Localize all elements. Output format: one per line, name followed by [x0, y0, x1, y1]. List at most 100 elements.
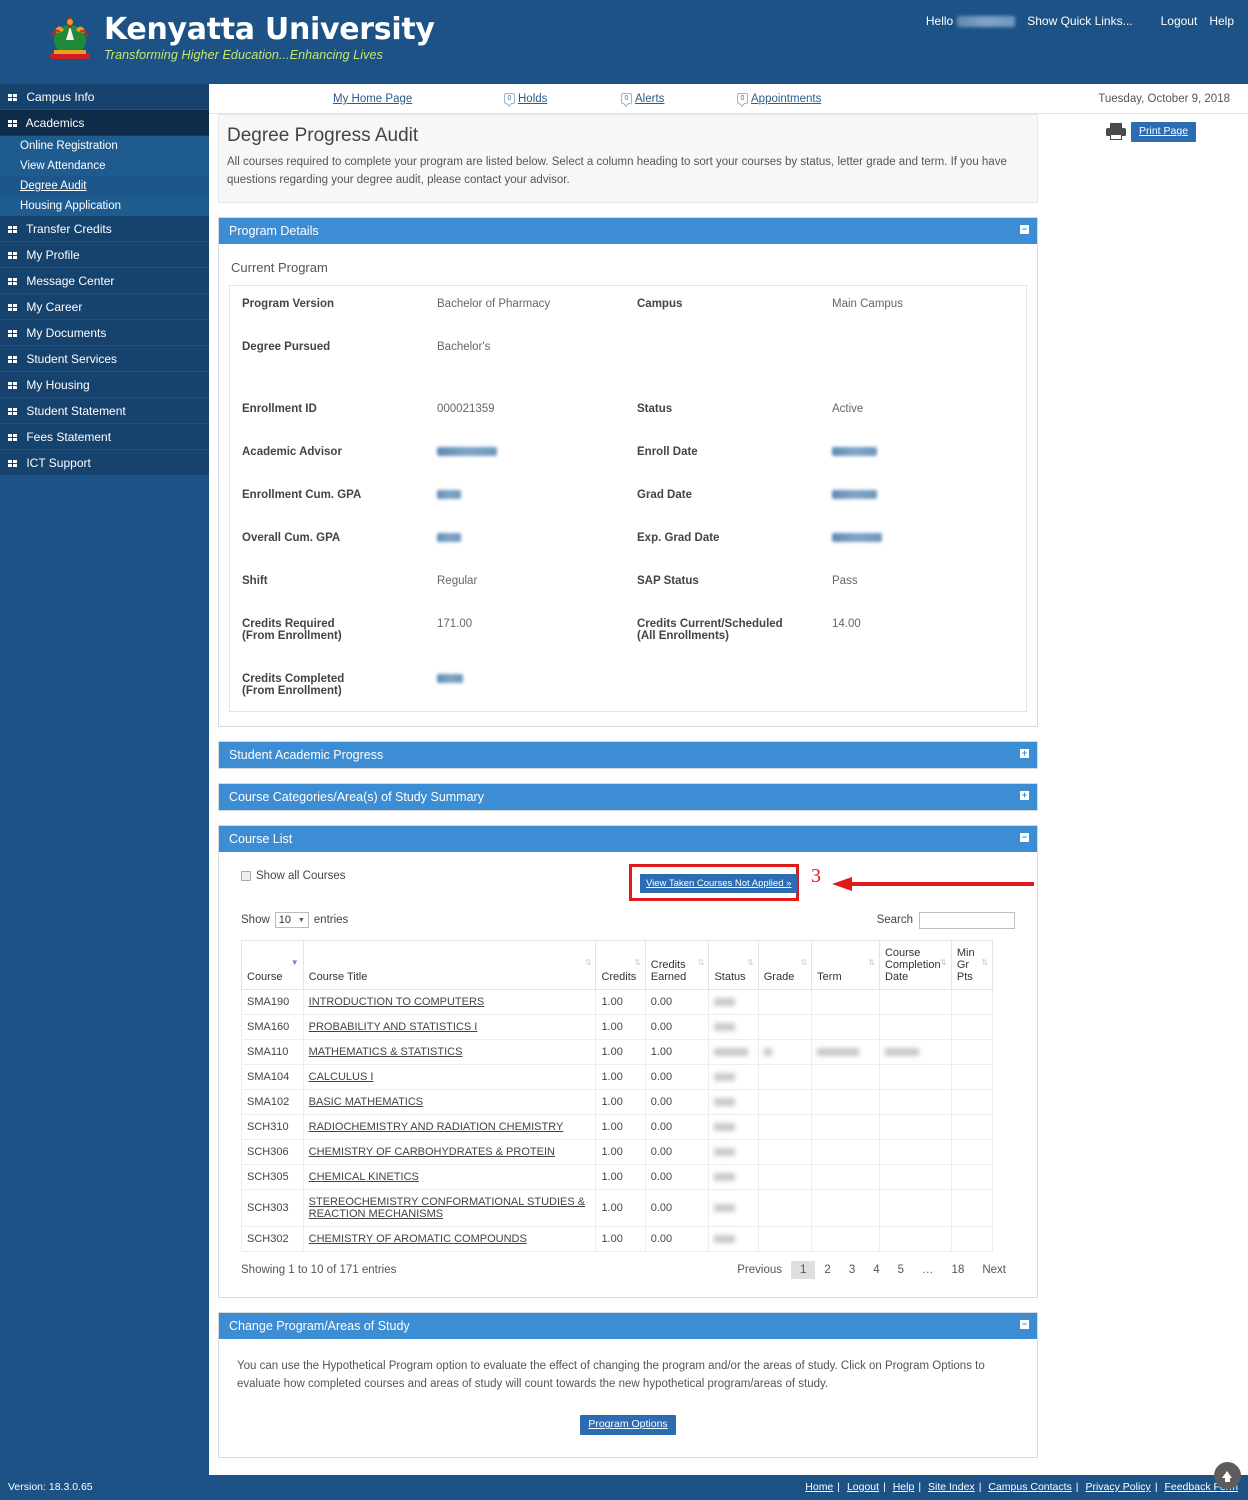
- footer-link-help[interactable]: Help: [893, 1481, 915, 1493]
- show-all-courses-control[interactable]: Show all Courses: [241, 870, 345, 882]
- footer-link-privacy-policy[interactable]: Privacy Policy: [1085, 1481, 1150, 1493]
- course-title-link[interactable]: CHEMISTRY OF CARBOHYDRATES & PROTEIN: [309, 1146, 555, 1158]
- course-title-link[interactable]: BASIC MATHEMATICS: [309, 1096, 424, 1108]
- course-title-link[interactable]: PROBABILITY AND STATISTICS I: [309, 1021, 478, 1033]
- detail-label: Enrollment Cum. GPA: [242, 488, 362, 501]
- course-title-link[interactable]: CHEMISTRY OF AROMATIC COMPOUNDS: [309, 1233, 527, 1245]
- column-header-credits-earned[interactable]: Credits Earned ⇅: [644, 939, 710, 990]
- column-header-course-completion-date[interactable]: Course Completion Date ⇅: [878, 939, 952, 990]
- show-all-courses-checkbox[interactable]: [241, 870, 251, 881]
- pagination-previous[interactable]: Previous: [728, 1261, 791, 1279]
- footer-link-campus-contacts[interactable]: Campus Contacts: [988, 1481, 1071, 1493]
- sidebar-item-campus-info[interactable]: Campus Info: [0, 84, 209, 110]
- footer-link-site-index[interactable]: Site Index: [928, 1481, 975, 1493]
- show-all-courses-label: Show all Courses: [256, 869, 346, 882]
- scroll-to-top-button[interactable]: [1214, 1462, 1241, 1489]
- pagination-page-3[interactable]: 3: [840, 1261, 864, 1279]
- collapse-toggle-icon[interactable]: −: [1020, 1319, 1029, 1329]
- search-input[interactable]: [919, 911, 1015, 929]
- detail-value: Regular: [437, 574, 478, 587]
- sidebar-item-academics[interactable]: Academics: [0, 110, 209, 136]
- course-list-table: Course ▼ Course Title ⇅ Credits ⇅ Credit…: [241, 939, 994, 1252]
- page-size-select[interactable]: 10 ▼: [274, 912, 309, 929]
- column-header-min-gr-pts[interactable]: Min Gr Pts ⇅: [950, 939, 994, 990]
- holds-label: Holds: [518, 93, 548, 105]
- course-list-header[interactable]: Course List −: [219, 825, 1037, 852]
- grid-icon: [8, 304, 17, 312]
- detail-value-redacted: [437, 447, 497, 457]
- quick-links-button[interactable]: Show Quick Links...: [1027, 14, 1132, 28]
- expand-toggle-icon[interactable]: +: [1020, 748, 1029, 758]
- pagination-page-5[interactable]: 5: [889, 1261, 913, 1279]
- program-details-header[interactable]: Program Details −: [219, 217, 1037, 244]
- cell-course-title: MATHEMATICS & STATISTICS: [302, 1038, 597, 1065]
- program-options-button[interactable]: Program Options: [580, 1415, 676, 1436]
- brand-logo[interactable]: Kenyatta University Transforming Higher …: [44, 10, 435, 66]
- footer-link-home[interactable]: Home: [805, 1481, 833, 1493]
- student-academic-progress-header[interactable]: Student Academic Progress +: [219, 741, 1037, 768]
- my-home-page-link[interactable]: My Home Page: [333, 93, 412, 105]
- change-program-header[interactable]: Change Program/Areas of Study −: [219, 1312, 1037, 1339]
- sidebar-item-my-documents[interactable]: My Documents: [0, 320, 209, 346]
- collapse-toggle-icon[interactable]: −: [1020, 224, 1029, 234]
- help-link[interactable]: Help: [1209, 14, 1234, 28]
- cell-course-completion-date: [878, 1088, 952, 1115]
- sidebar-item-student-statement[interactable]: Student Statement: [0, 398, 209, 424]
- column-header-status[interactable]: Status ⇅: [708, 939, 759, 990]
- column-header-credits[interactable]: Credits ⇅: [595, 939, 646, 990]
- view-taken-courses-not-applied-button[interactable]: View Taken Courses Not Applied »: [640, 873, 798, 893]
- column-label: Credits: [601, 970, 637, 983]
- course-title-link[interactable]: INTRODUCTION TO COMPUTERS: [309, 996, 485, 1008]
- pagination-page-2[interactable]: 2: [815, 1261, 839, 1279]
- cell-status: [708, 1225, 759, 1252]
- pagination-page-1[interactable]: 1: [791, 1260, 816, 1279]
- expand-toggle-icon[interactable]: +: [1020, 790, 1029, 800]
- sidebar-item-degree-audit[interactable]: Degree Audit: [0, 176, 209, 196]
- pagination-page-18[interactable]: 18: [943, 1261, 974, 1279]
- pagination-next[interactable]: Next: [973, 1261, 1015, 1279]
- column-header-term[interactable]: Term ⇅: [811, 939, 880, 990]
- pagination-page-4[interactable]: 4: [864, 1261, 888, 1279]
- cell-credits: 1.00: [595, 1113, 646, 1140]
- column-header-course[interactable]: Course ▼: [241, 939, 304, 990]
- course-title-link[interactable]: RADIOCHEMISTRY AND RADIATION CHEMISTRY: [309, 1121, 564, 1133]
- sidebar-item-ict-support[interactable]: ICT Support: [0, 450, 209, 476]
- print-page-button[interactable]: Print Page: [1131, 122, 1197, 142]
- column-header-course-title[interactable]: Course Title ⇅: [302, 939, 597, 990]
- sidebar-item-label: Student Services: [26, 352, 118, 366]
- sidebar-item-housing-application[interactable]: Housing Application: [0, 196, 209, 216]
- top-navigation-bar: My Home Page 0 Holds 0 Alerts 0 Appointment…: [209, 84, 1248, 114]
- appointments-link[interactable]: 0 Appointments: [737, 93, 821, 105]
- current-program-subheading: Current Program: [231, 259, 328, 275]
- course-title-link[interactable]: STEREOCHEMISTRY CONFORMATIONAL STUDIES &…: [309, 1196, 585, 1220]
- sidebar-item-my-profile[interactable]: My Profile: [0, 242, 209, 268]
- sidebar-item-online-registration[interactable]: Online Registration: [0, 136, 209, 156]
- column-header-grade[interactable]: Grade ⇅: [757, 939, 813, 990]
- course-title-link[interactable]: CHEMICAL KINETICS: [309, 1171, 419, 1183]
- sidebar-item-message-center[interactable]: Message Center: [0, 268, 209, 294]
- cell-course: SCH303: [241, 1188, 304, 1227]
- table-row: SMA102 BASIC MATHEMATICS 1.00 0.00: [241, 1088, 994, 1115]
- detail-row: Credits Required (From Enrollment) 171.0…: [242, 618, 1014, 642]
- course-categories-header[interactable]: Course Categories/Area(s) of Study Summa…: [219, 783, 1037, 810]
- cell-term: [811, 1138, 880, 1165]
- sidebar-item-my-housing[interactable]: My Housing: [0, 372, 209, 398]
- cell-status: [708, 1163, 759, 1190]
- sidebar-item-label: Message Center: [26, 274, 115, 288]
- course-title-link[interactable]: CALCULUS I: [309, 1071, 374, 1083]
- course-title-link[interactable]: MATHEMATICS & STATISTICS: [309, 1046, 463, 1058]
- cell-course: SCH305: [241, 1163, 304, 1190]
- collapse-toggle-icon[interactable]: −: [1020, 832, 1029, 842]
- sidebar-item-transfer-credits[interactable]: Transfer Credits: [0, 216, 209, 242]
- sidebar-item-my-career[interactable]: My Career: [0, 294, 209, 320]
- sidebar-item-student-services[interactable]: Student Services: [0, 346, 209, 372]
- footer-link-logout[interactable]: Logout: [847, 1481, 879, 1493]
- sidebar-item-fees-statement[interactable]: Fees Statement: [0, 424, 209, 450]
- sidebar-item-view-attendance[interactable]: View Attendance: [0, 156, 209, 176]
- cell-status: [708, 1138, 759, 1165]
- holds-link[interactable]: 0 Holds: [504, 93, 547, 105]
- cell-credits: 1.00: [595, 1088, 646, 1115]
- logout-link[interactable]: Logout: [1161, 14, 1198, 28]
- detail-label: Academic Advisor: [242, 445, 342, 458]
- alerts-link[interactable]: 0 Alerts: [621, 93, 664, 105]
